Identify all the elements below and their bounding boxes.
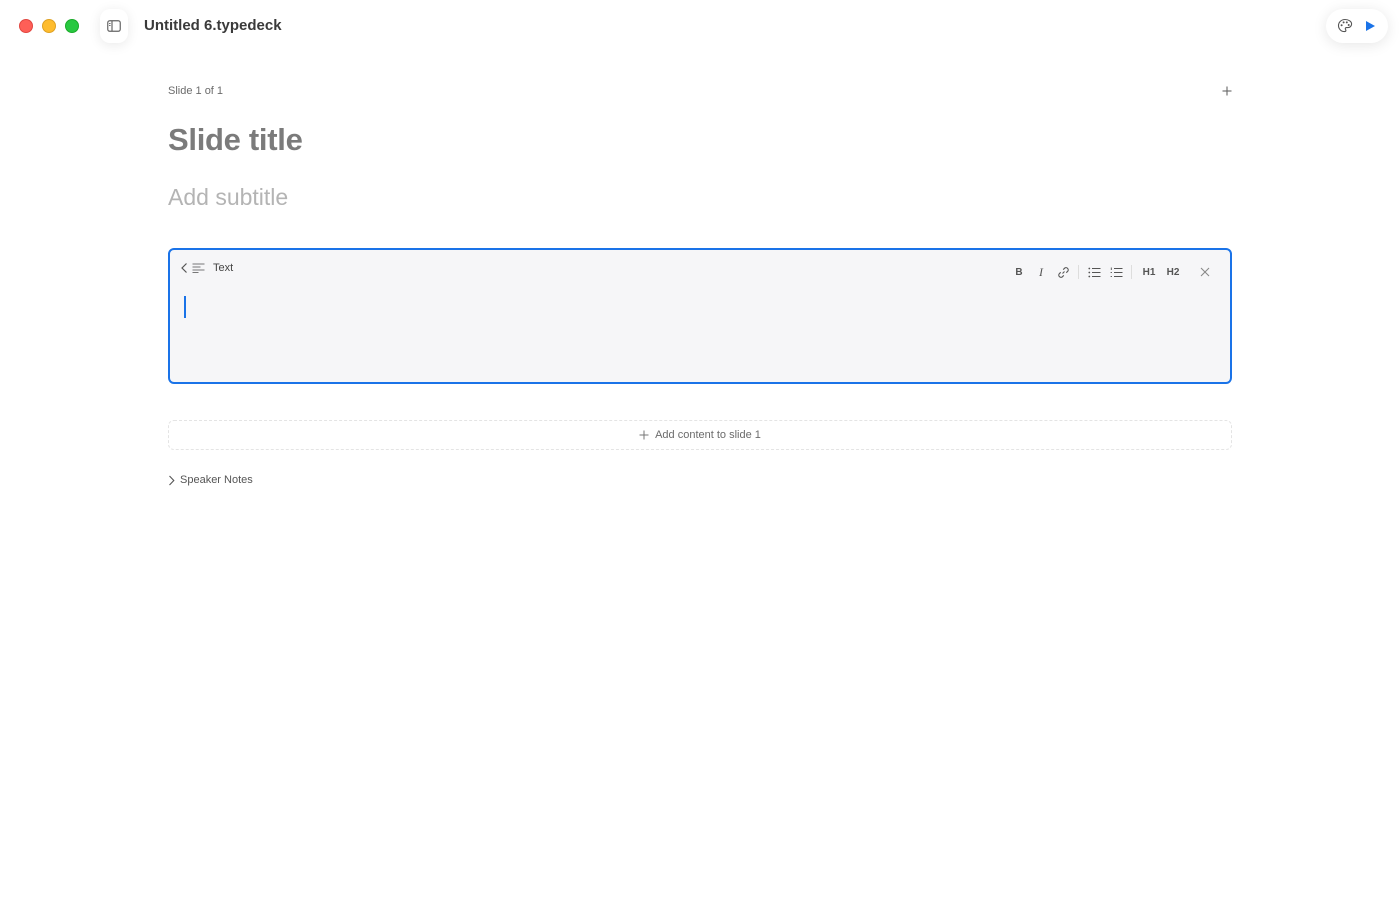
heading-1-button[interactable]: H1 xyxy=(1138,262,1160,282)
heading-2-button[interactable]: H2 xyxy=(1162,262,1184,282)
numbered-list-button[interactable] xyxy=(1105,262,1127,282)
bullet-list-icon xyxy=(1087,267,1100,277)
toggle-sidebar-button[interactable] xyxy=(100,9,128,43)
close-window-button[interactable] xyxy=(19,19,33,33)
slide-subtitle-field[interactable]: Add subtitle xyxy=(168,184,288,211)
toolbar-separator xyxy=(1078,265,1079,279)
theme-button[interactable] xyxy=(1333,14,1357,38)
link-button[interactable] xyxy=(1052,262,1074,282)
palette-icon xyxy=(1337,18,1352,33)
plus-icon xyxy=(1222,86,1232,96)
zoom-window-button[interactable] xyxy=(65,19,79,33)
window-controls xyxy=(19,19,79,33)
text-block-header: Text xyxy=(180,262,233,274)
minimize-window-button[interactable] xyxy=(42,19,56,33)
bullet-list-button[interactable] xyxy=(1083,262,1105,282)
delete-block-button[interactable] xyxy=(1194,262,1216,282)
play-presentation-button[interactable] xyxy=(1358,14,1382,38)
italic-button[interactable]: I xyxy=(1030,262,1052,282)
text-block-editor[interactable] xyxy=(180,290,1220,374)
slide-counter: Slide 1 of 1 xyxy=(168,85,224,97)
play-icon xyxy=(1365,21,1375,31)
document-title: Untitled 6.typedeck xyxy=(144,17,282,34)
bold-button[interactable]: B xyxy=(1008,262,1030,282)
numbered-list-icon xyxy=(1110,267,1122,277)
close-icon xyxy=(1200,267,1210,277)
toolbar-separator xyxy=(1131,265,1132,279)
app-window: Untitled 6.typedeck Slide 1 of 1 Slide t… xyxy=(0,0,1400,900)
chevron-left-icon xyxy=(181,263,187,273)
block-type-label: Text xyxy=(213,262,234,274)
speaker-notes-label: Speaker Notes xyxy=(180,474,253,486)
collapse-block-button[interactable] xyxy=(180,262,188,274)
sidebar-icon xyxy=(107,20,121,32)
plus-icon xyxy=(639,430,649,440)
add-content-label: Add content to slide 1 xyxy=(655,429,761,441)
link-icon xyxy=(1057,266,1069,278)
add-slide-button[interactable] xyxy=(1219,82,1235,100)
chevron-right-icon xyxy=(169,475,175,485)
top-right-actions xyxy=(1326,9,1388,43)
speaker-notes-toggle[interactable]: Speaker Notes xyxy=(168,474,253,486)
text-caret xyxy=(184,296,186,318)
text-block: Text B I H1 H2 xyxy=(168,248,1232,384)
add-content-button[interactable]: Add content to slide 1 xyxy=(168,420,1232,450)
format-toolbar: B I H1 H2 xyxy=(1008,262,1216,282)
slide-title-field[interactable]: Slide title xyxy=(168,122,303,158)
text-lines-icon xyxy=(192,263,205,273)
